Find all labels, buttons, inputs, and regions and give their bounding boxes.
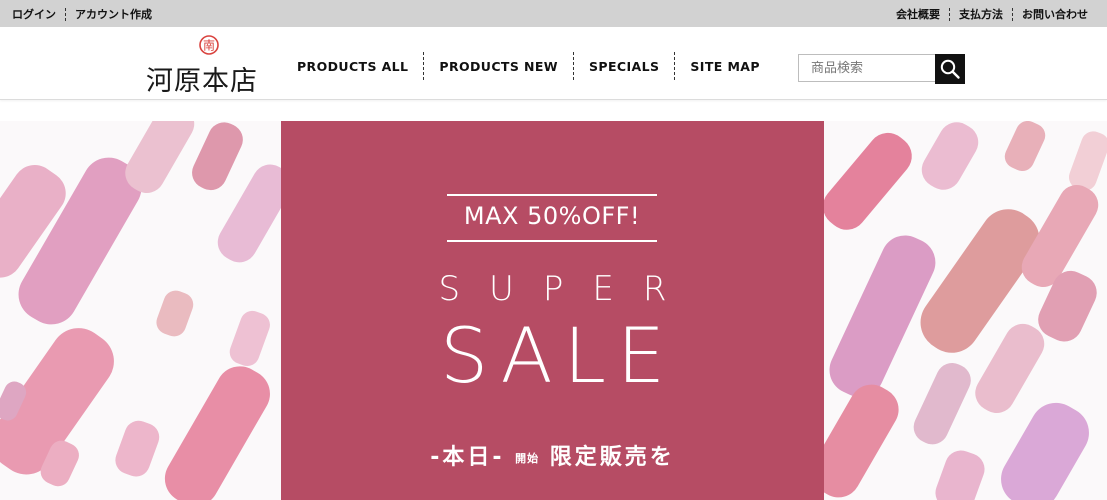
sale-banner[interactable]: MAX 50%OFF! SUPER SALE -本日- 開始 限定販売を bbox=[0, 121, 1107, 500]
divider bbox=[949, 7, 950, 21]
utility-left: ログイン アカウント作成 bbox=[12, 6, 152, 22]
nav-specials[interactable]: SPECIALS bbox=[574, 59, 674, 74]
search-input[interactable] bbox=[798, 54, 935, 82]
site-logo[interactable]: 南 河原本店 bbox=[146, 35, 274, 97]
sale-subtitle: -本日- 開始 限定販売を bbox=[281, 439, 824, 471]
seal-char: 南 bbox=[203, 38, 215, 53]
sale-panel: MAX 50%OFF! SUPER SALE -本日- 開始 限定販売を bbox=[281, 121, 824, 500]
search-icon bbox=[940, 59, 960, 79]
subtitle-limited: 限定販売を bbox=[549, 445, 675, 470]
payment-link[interactable]: 支払方法 bbox=[959, 6, 1003, 22]
utility-bar: ログイン アカウント作成 会社概要 支払方法 お問い合わせ bbox=[0, 0, 1107, 27]
nav-products-new[interactable]: PRODUCTS NEW bbox=[424, 59, 573, 74]
search-button[interactable] bbox=[935, 54, 965, 84]
site-header: 南 河原本店 PRODUCTS ALL PRODUCTS NEW SPECIAL… bbox=[0, 27, 1107, 100]
subtitle-today: -本日- bbox=[430, 445, 505, 470]
search-form bbox=[798, 54, 965, 84]
nav-products-all[interactable]: PRODUCTS ALL bbox=[290, 59, 423, 74]
sale-heading: SALE bbox=[439, 311, 676, 400]
seal-logo-icon: 南 bbox=[199, 35, 219, 55]
divider bbox=[65, 7, 66, 21]
contact-link[interactable]: お問い合わせ bbox=[1022, 6, 1088, 22]
subtitle-start: 開始 bbox=[515, 452, 540, 465]
main-nav: PRODUCTS ALL PRODUCTS NEW SPECIALS SITE … bbox=[290, 52, 775, 80]
discount-text: MAX 50%OFF! bbox=[463, 202, 641, 230]
brand-name: 河原本店 bbox=[146, 66, 258, 97]
utility-right: 会社概要 支払方法 お問い合わせ bbox=[896, 6, 1088, 22]
company-link[interactable]: 会社概要 bbox=[896, 6, 940, 22]
discount-badge: MAX 50%OFF! bbox=[447, 194, 657, 242]
divider bbox=[1012, 7, 1013, 21]
login-link[interactable]: ログイン bbox=[12, 6, 56, 22]
nav-site-map[interactable]: SITE MAP bbox=[675, 59, 775, 74]
super-heading: SUPER bbox=[438, 269, 696, 309]
create-account-link[interactable]: アカウント作成 bbox=[75, 6, 152, 22]
